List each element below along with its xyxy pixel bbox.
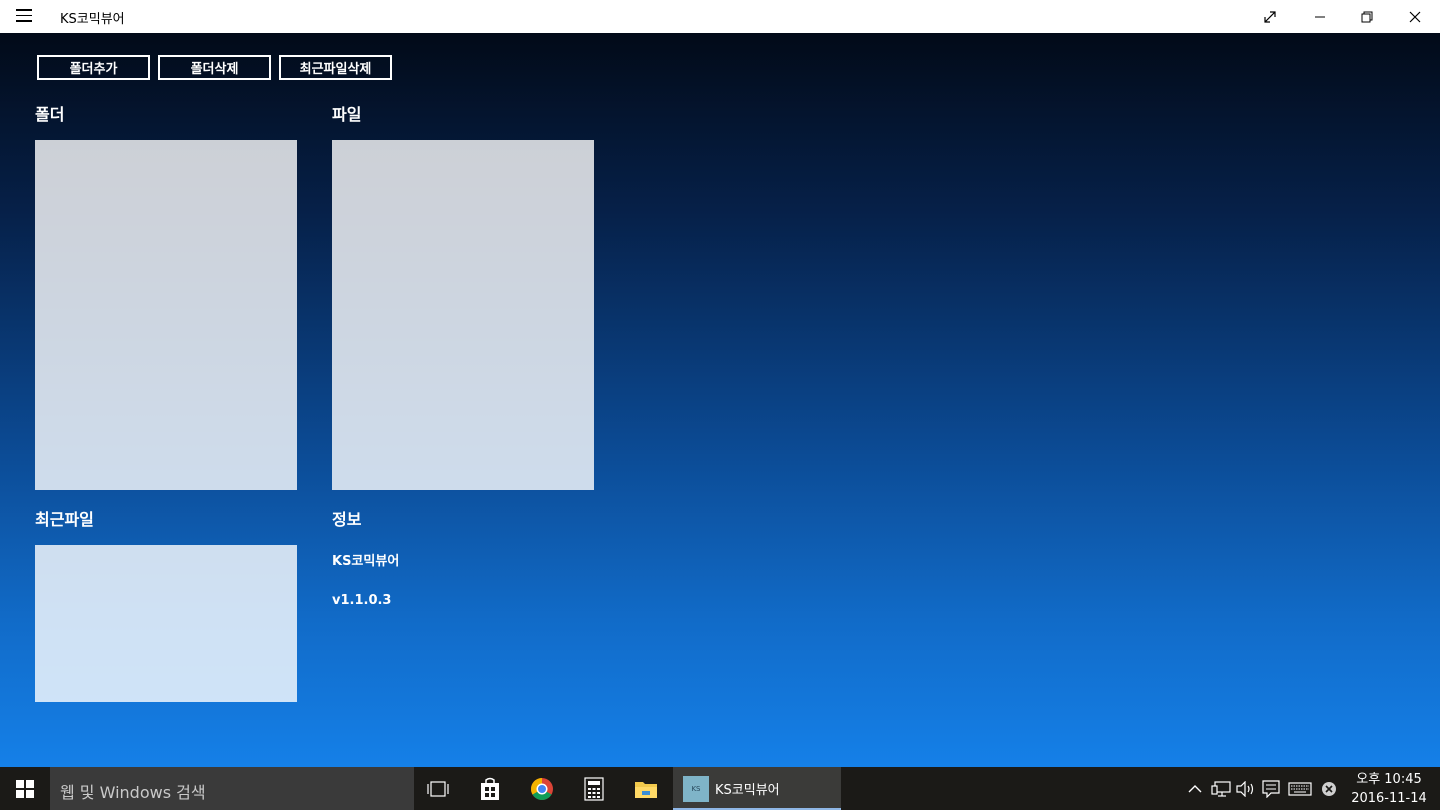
info-app-name: KS코믹뷰어: [332, 554, 400, 569]
keyboard-icon: [1288, 781, 1312, 796]
add-folder-button[interactable]: 폴더추가: [37, 55, 150, 80]
taskbar-active-app[interactable]: KS KS코믹뷰어: [673, 767, 841, 810]
recent-files-panel[interactable]: [35, 545, 297, 702]
app-content: 폴더추가 폴더삭제 최근파일삭제 폴더 파일 최근파일 정보 KS코믹뷰어 v1…: [0, 33, 1440, 767]
volume-button[interactable]: [1234, 767, 1258, 810]
title-bar: KS코믹뷰어: [0, 0, 1440, 33]
clock-date: 2016-11-14: [1351, 791, 1427, 806]
store-button[interactable]: [464, 767, 516, 810]
touch-keyboard-button[interactable]: [1286, 767, 1314, 810]
window-title: KS코믹뷰어: [60, 12, 125, 27]
calculator-button[interactable]: [568, 767, 620, 810]
folder-section-title: 폴더: [35, 105, 65, 124]
task-view-button[interactable]: [412, 767, 464, 810]
chrome-button[interactable]: [516, 767, 568, 810]
info-version: v1.1.0.3: [332, 593, 392, 608]
folder-list-panel[interactable]: [35, 140, 297, 490]
delete-folder-button[interactable]: 폴더삭제: [158, 55, 271, 80]
file-explorer-icon: [635, 781, 657, 798]
fullscreen-button[interactable]: [1247, 0, 1293, 33]
hamburger-menu-icon[interactable]: [16, 9, 32, 23]
chevron-up-icon: [1188, 784, 1202, 792]
restore-icon: [1361, 11, 1373, 22]
action-center-button[interactable]: [1259, 767, 1283, 810]
chrome-icon: [531, 777, 553, 800]
network-icon: [1211, 780, 1231, 797]
close-button[interactable]: [1392, 0, 1438, 33]
close-icon: [1409, 11, 1421, 22]
file-section-title: 파일: [332, 105, 362, 124]
file-explorer-button[interactable]: [620, 767, 672, 810]
minimize-button[interactable]: [1297, 0, 1343, 33]
search-box[interactable]: 웹 및 Windows 검색: [50, 767, 414, 810]
windows-logo-icon: [16, 779, 34, 798]
clock-time: 오후 10:45: [1356, 772, 1422, 787]
taskbar: 웹 및 Windows 검색 KS KS코믹뷰어 오후 10:45 2016-1…: [0, 767, 1440, 810]
calculator-icon: [584, 776, 604, 801]
start-button[interactable]: [0, 767, 50, 810]
recent-files-section-title: 최근파일: [35, 510, 94, 529]
info-section-title: 정보: [332, 510, 362, 529]
store-icon: [481, 777, 499, 800]
taskbar-app-label: KS코믹뷰어: [715, 783, 780, 798]
volume-icon: [1236, 780, 1254, 797]
task-view-icon: [427, 780, 449, 797]
action-center-icon: [1262, 779, 1280, 798]
minimize-icon: [1315, 16, 1325, 17]
file-list-panel[interactable]: [332, 140, 594, 490]
show-hidden-icons-button[interactable]: [1184, 767, 1206, 810]
notification-close-button[interactable]: [1318, 767, 1340, 810]
close-circle-icon: [1322, 781, 1336, 796]
fullscreen-icon: [1264, 10, 1276, 23]
restore-button[interactable]: [1344, 0, 1390, 33]
ks-app-icon: KS: [683, 776, 709, 802]
taskbar-clock[interactable]: 오후 10:45 2016-11-14: [1345, 770, 1433, 808]
delete-recent-files-button[interactable]: 최근파일삭제: [279, 55, 392, 80]
network-button[interactable]: [1208, 767, 1234, 810]
